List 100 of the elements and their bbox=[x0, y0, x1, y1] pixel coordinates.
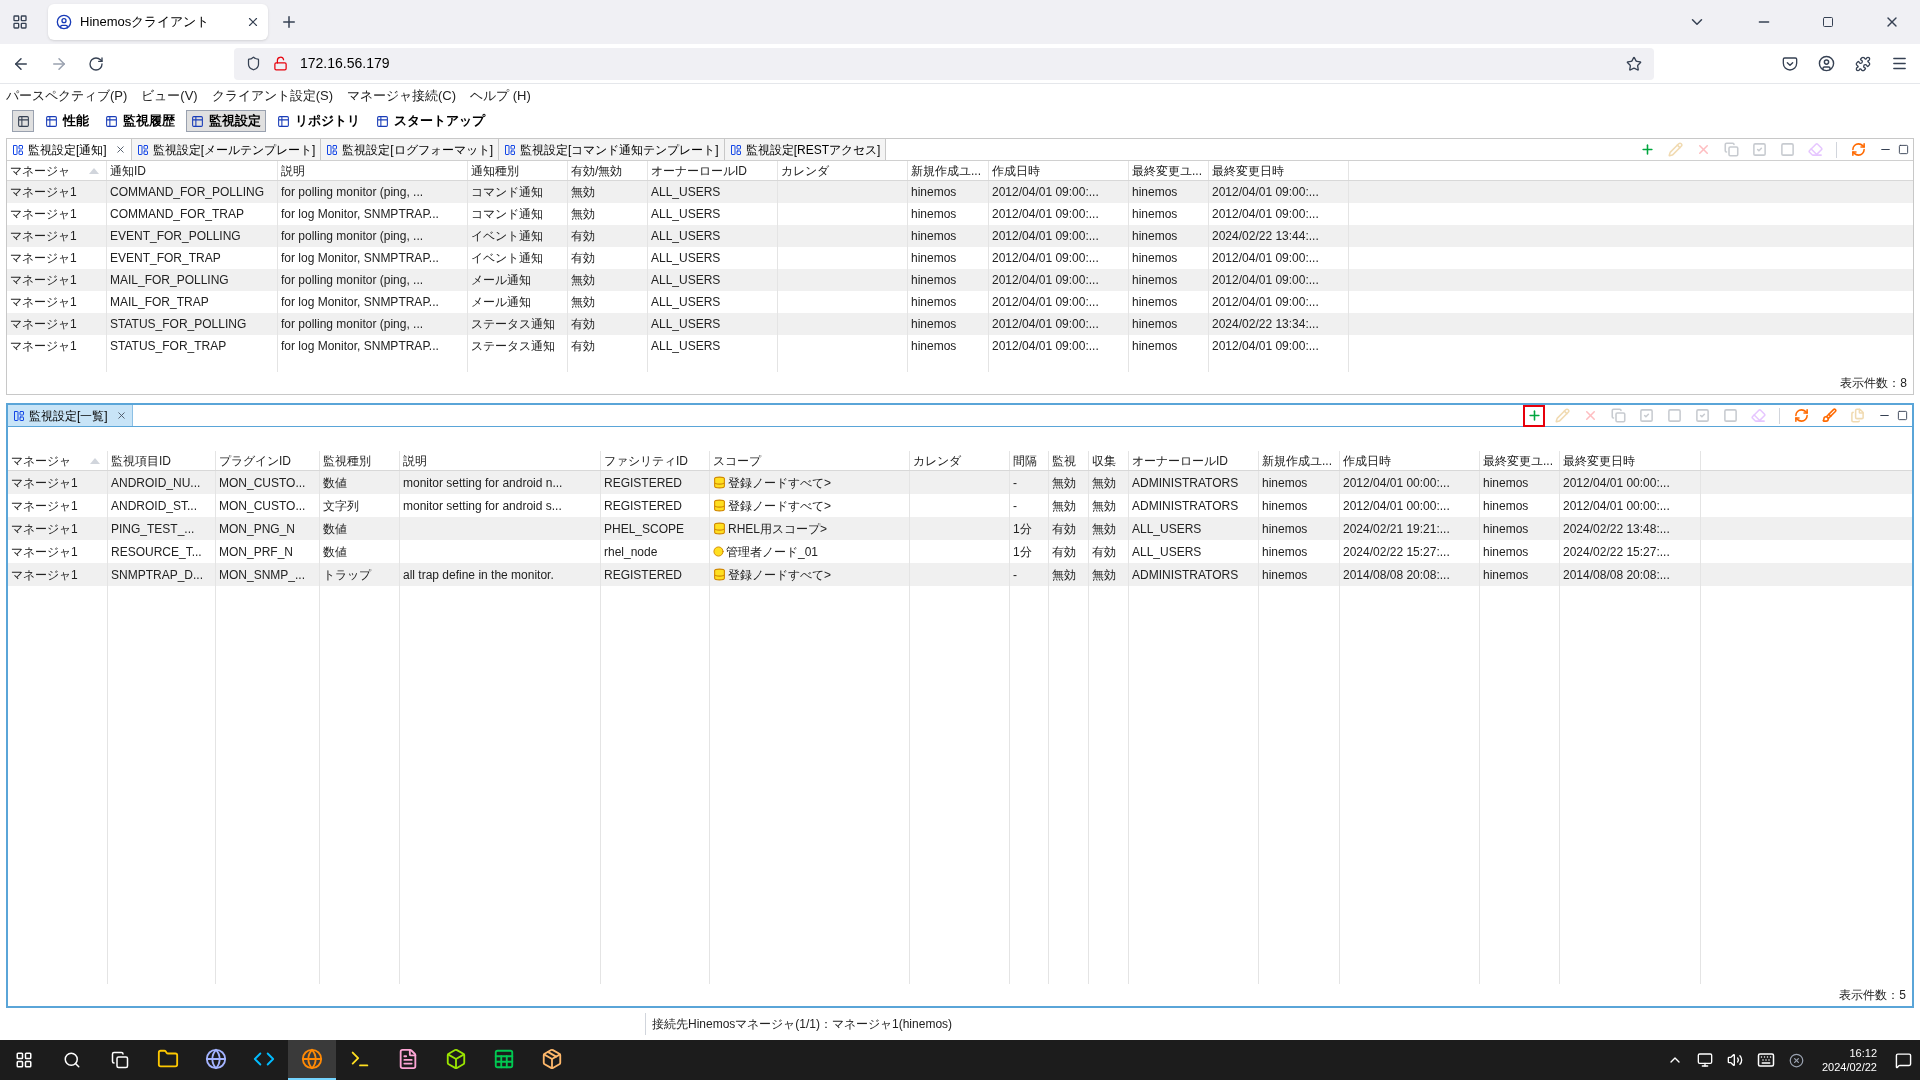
table-cell-text: RESOURCE_T... bbox=[111, 543, 202, 561]
column-header[interactable]: 有効/無効 bbox=[571, 161, 623, 180]
table-cell-text: トラップ bbox=[323, 566, 371, 584]
task-view-icon bbox=[111, 1051, 129, 1069]
edit-icon bbox=[1554, 408, 1570, 423]
column-header[interactable]: 作成日時 bbox=[992, 161, 1040, 180]
column-header[interactable]: 通知ID bbox=[110, 161, 146, 180]
table-cell-text: STATUS_FOR_POLLING bbox=[110, 316, 247, 333]
table-cell-text: EVENT_FOR_TRAP bbox=[110, 250, 221, 267]
menu-item[interactable]: クライアント設定(S) bbox=[211, 86, 334, 106]
column-header[interactable]: 通知種別 bbox=[471, 161, 519, 180]
perspective-button[interactable]: スタートアップ bbox=[371, 110, 490, 132]
column-header[interactable]: 最終変更日時 bbox=[1563, 451, 1635, 470]
status-text: 接続先Hinemosマネージャ(1/1)：マネージャ1(hinemos) bbox=[652, 1016, 953, 1033]
table-cell-text: for log Monitor, SNMPTRAP... bbox=[281, 338, 439, 355]
perspective-button[interactable]: リポジトリ bbox=[272, 110, 365, 132]
column-header[interactable]: マネージャ bbox=[10, 161, 70, 180]
account-icon[interactable] bbox=[1818, 55, 1835, 72]
column-header[interactable]: プラグインID bbox=[219, 451, 291, 470]
column-header[interactable]: 説明 bbox=[281, 161, 305, 180]
table-cell-text: 2024/02/22 13:48:... bbox=[1563, 520, 1670, 538]
table-cell-text: MON_CUSTO... bbox=[219, 474, 306, 492]
edit-icon bbox=[1667, 142, 1683, 157]
table-cell-text: ステータス通知 bbox=[471, 338, 555, 355]
browser-tab[interactable]: Hinemosクライアント bbox=[48, 4, 268, 40]
column-header[interactable]: 最終変更日時 bbox=[1212, 161, 1284, 180]
table-cell-text: for log Monitor, SNMPTRAP... bbox=[281, 206, 439, 223]
column-header[interactable]: 新規作成ユ... bbox=[911, 161, 981, 180]
open-perspective-button[interactable] bbox=[12, 110, 34, 132]
table-cell-text: all trap define in the monitor. bbox=[403, 566, 554, 584]
menu-item[interactable]: ヘルプ (H) bbox=[470, 86, 531, 106]
empty-checkbox-icon bbox=[1666, 408, 1682, 423]
table-cell-text: ANDROID_ST... bbox=[111, 497, 197, 515]
address-bar[interactable]: 172.16.56.179 bbox=[234, 47, 1654, 80]
table-cell-text: 無効 bbox=[1052, 566, 1076, 584]
table-cell-text: hinemos bbox=[1262, 497, 1308, 515]
table-cell-text: 2024/02/22 15:27:... bbox=[1563, 543, 1670, 561]
maximize-icon[interactable] bbox=[1897, 410, 1908, 421]
table-cell-text: SNMPTRAP_D... bbox=[111, 566, 203, 584]
taskbar-app[interactable] bbox=[288, 1040, 336, 1080]
bookmark-star-icon[interactable] bbox=[1626, 55, 1642, 72]
column-header[interactable]: カレンダ bbox=[913, 451, 961, 470]
notification-icon[interactable] bbox=[1895, 1051, 1912, 1069]
column-header[interactable]: 収集 bbox=[1092, 451, 1116, 470]
column-header[interactable]: 間隔 bbox=[1013, 451, 1037, 470]
table-cell-text: hinemos bbox=[1483, 474, 1529, 492]
column-header[interactable]: オーナーロールID bbox=[651, 161, 747, 180]
clock[interactable]: 16:12 2024/02/22 bbox=[1817, 1046, 1881, 1074]
table-cell-text: ステータス通知 bbox=[471, 316, 555, 333]
perspective-button[interactable]: 監視履歴 bbox=[100, 110, 180, 132]
column-header[interactable]: 最終変更ユ... bbox=[1132, 161, 1202, 180]
table-cell-text: マネージャ1 bbox=[10, 206, 77, 223]
column-header[interactable]: オーナーロールID bbox=[1132, 451, 1228, 470]
column-header[interactable]: カレンダ bbox=[781, 161, 829, 180]
extensions-icon[interactable] bbox=[1855, 55, 1871, 72]
table-cell-text: マネージャ1 bbox=[10, 294, 77, 311]
close-icon[interactable] bbox=[115, 410, 127, 421]
view-icon bbox=[12, 143, 24, 156]
maximize-icon[interactable] bbox=[1898, 144, 1909, 155]
column-header[interactable]: スコープ bbox=[713, 451, 761, 470]
menu-item[interactable]: ビュー(V) bbox=[141, 86, 198, 106]
view-tab[interactable]: 監視設定[メールテンプレート] bbox=[131, 139, 322, 160]
column-header[interactable]: マネージャ bbox=[11, 451, 71, 470]
table-cell-text: hinemos bbox=[1483, 566, 1529, 584]
table-cell-text: 無効 bbox=[1052, 497, 1076, 515]
menu-item[interactable]: マネージャ接続(C) bbox=[347, 86, 457, 106]
table-cell-text: PHEL_SCOPE bbox=[604, 520, 685, 538]
close-icon[interactable] bbox=[114, 144, 126, 155]
column-header[interactable]: 監視 bbox=[1052, 451, 1076, 470]
volume-icon[interactable] bbox=[1726, 1052, 1743, 1068]
column-header[interactable]: 新規作成ユ... bbox=[1262, 451, 1332, 470]
tab-list-icon[interactable] bbox=[12, 14, 28, 30]
status-x-icon[interactable] bbox=[1788, 1052, 1804, 1068]
keyboard-icon[interactable] bbox=[1756, 1051, 1775, 1069]
perspective-button[interactable]: 監視設定 bbox=[186, 110, 266, 132]
view-tab[interactable]: 監視設定[一覧] bbox=[8, 405, 133, 426]
add-button[interactable] bbox=[1523, 404, 1545, 427]
restore-icon[interactable] bbox=[1822, 16, 1834, 28]
close-icon[interactable] bbox=[246, 15, 260, 29]
column-header[interactable]: 監視項目ID bbox=[111, 451, 171, 470]
view-tab[interactable]: 監視設定[コマンド通知テンプレート] bbox=[499, 139, 725, 160]
view-tab[interactable]: 監視設定[RESTアクセス] bbox=[724, 139, 887, 160]
column-header[interactable]: 説明 bbox=[403, 451, 427, 470]
table-cell-text: hinemos bbox=[1262, 520, 1308, 538]
table-cell-text: ALL_USERS bbox=[1132, 543, 1202, 561]
menu-icon[interactable] bbox=[1891, 55, 1908, 72]
column-header[interactable]: 作成日時 bbox=[1343, 451, 1391, 470]
view-tab[interactable]: 監視設定[ログフォーマット] bbox=[321, 139, 499, 160]
reload-icon[interactable] bbox=[88, 55, 104, 72]
column-header[interactable]: ファシリティID bbox=[604, 451, 688, 470]
network-icon[interactable] bbox=[1696, 1052, 1713, 1068]
table-cell-text: 無効 bbox=[571, 206, 595, 223]
table-cell-text: hinemos bbox=[911, 206, 957, 223]
menu-item[interactable]: パースペクティブ(P) bbox=[6, 86, 128, 106]
perspective-button[interactable]: 性能 bbox=[40, 110, 94, 132]
new-tab-icon[interactable] bbox=[280, 13, 298, 31]
table-cell-text: ALL_USERS bbox=[651, 338, 721, 355]
column-header[interactable]: 監視種別 bbox=[323, 451, 371, 470]
column-header[interactable]: 最終変更ユ... bbox=[1483, 451, 1553, 470]
pocket-icon[interactable] bbox=[1782, 55, 1798, 72]
